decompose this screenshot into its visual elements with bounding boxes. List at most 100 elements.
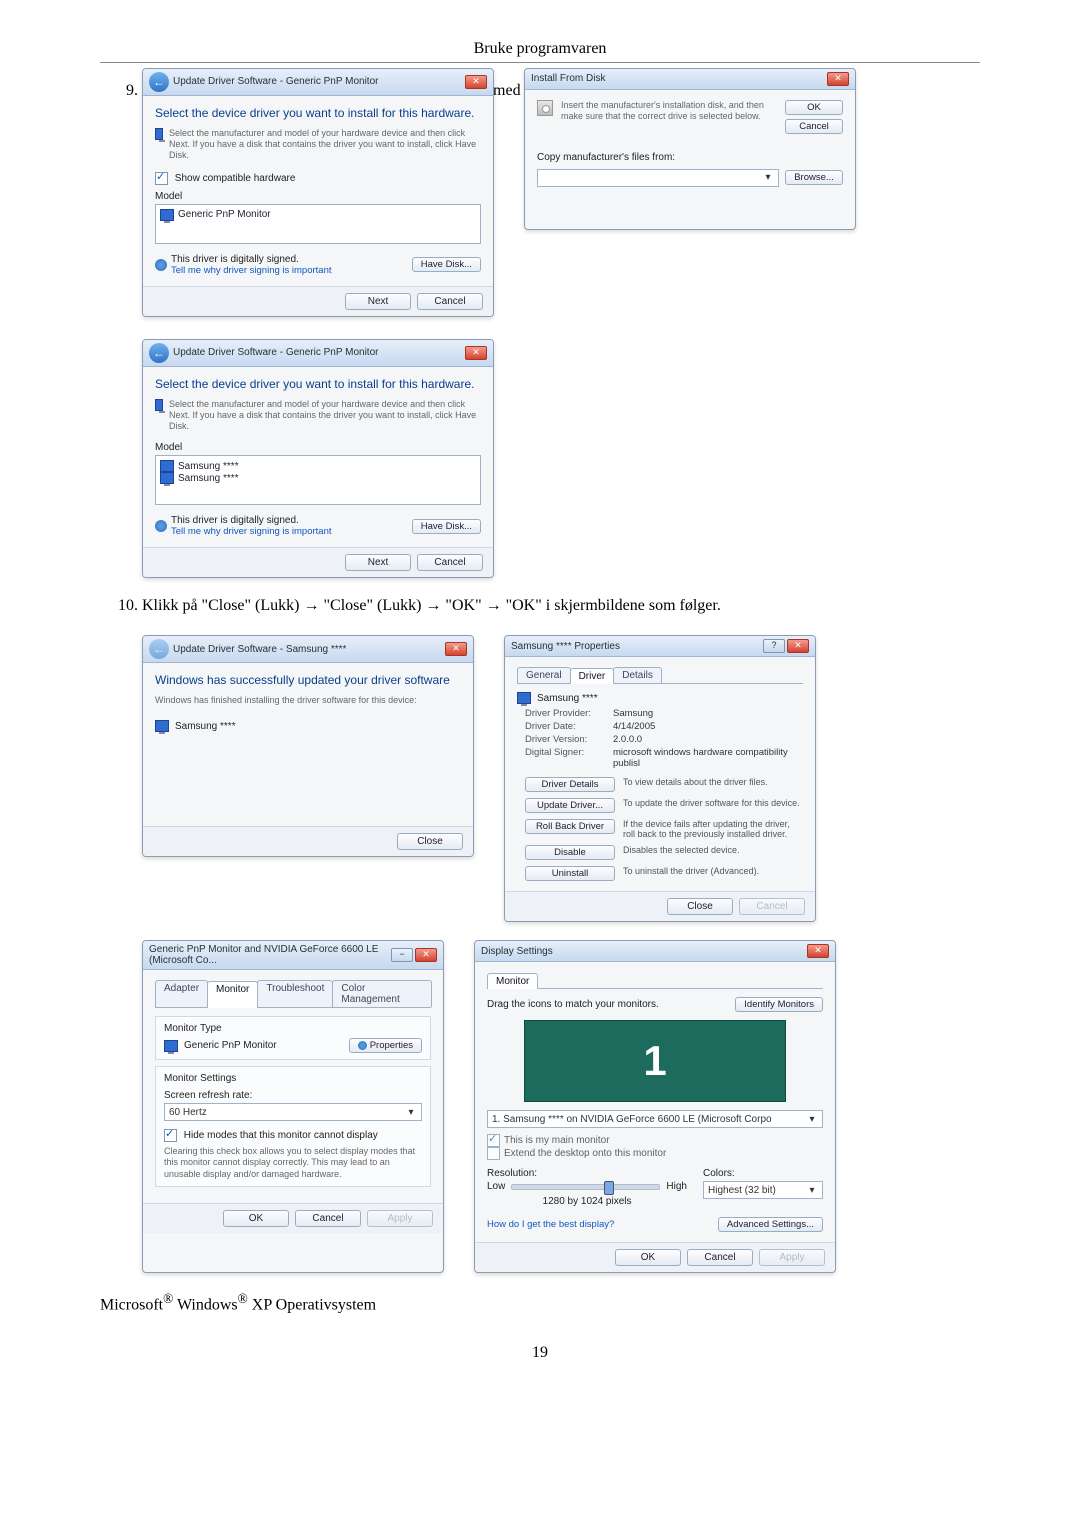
help-icon[interactable]: ? xyxy=(763,639,785,653)
refresh-rate-select[interactable]: 60 Hertz ▾ xyxy=(164,1103,422,1121)
desc: To uninstall the driver (Advanced). xyxy=(623,866,803,876)
slider-high-label: High xyxy=(666,1181,687,1192)
refresh-rate-label: Screen refresh rate: xyxy=(164,1090,422,1101)
driver-details-button[interactable]: Driver Details xyxy=(525,777,615,792)
have-disk-button[interactable]: Have Disk... xyxy=(412,519,481,534)
step-10-text: Klikk på "Close" (Lukk) → "Close" (Lukk)… xyxy=(142,596,980,617)
browse-button[interactable]: Browse... xyxy=(785,170,843,185)
have-disk-button[interactable]: Have Disk... xyxy=(412,257,481,272)
colors-value: Highest (32 bit) xyxy=(708,1185,776,1196)
ok-button[interactable]: OK xyxy=(223,1210,289,1227)
monitor-number: 1 xyxy=(643,1037,666,1085)
next-button[interactable]: Next xyxy=(345,293,411,310)
tab-troubleshoot[interactable]: Troubleshoot xyxy=(257,980,333,1007)
driver-info-grid: Driver Provider:Samsung Driver Date:4/14… xyxy=(525,708,803,769)
monitor-settings-label: Monitor Settings xyxy=(164,1073,422,1084)
resolution-slider[interactable] xyxy=(511,1184,660,1190)
disable-button[interactable]: Disable xyxy=(525,845,615,860)
registered-icon: ® xyxy=(163,1291,173,1306)
list-item[interactable]: Samsung **** xyxy=(160,460,476,472)
close-icon[interactable]: ✕ xyxy=(465,75,487,89)
chevron-down-icon[interactable]: ▾ xyxy=(806,1185,818,1196)
tab-driver[interactable]: Driver xyxy=(570,668,615,684)
monitor-icon xyxy=(160,472,174,484)
close-icon[interactable]: ✕ xyxy=(445,642,467,656)
close-button[interactable]: Close xyxy=(397,833,463,850)
button-label: Properties xyxy=(370,1040,413,1051)
minimize-icon[interactable]: − xyxy=(391,948,413,962)
signed-label: This driver is digitally signed. xyxy=(171,515,332,526)
tab-general[interactable]: General xyxy=(517,667,571,683)
main-monitor-label: This is my main monitor xyxy=(504,1135,610,1146)
best-display-link[interactable]: How do I get the best display? xyxy=(487,1219,614,1230)
dialog-title: Update Driver Software - Samsung **** xyxy=(173,644,346,655)
back-icon[interactable]: ← xyxy=(149,72,169,92)
close-icon[interactable]: ✕ xyxy=(807,944,829,958)
hide-modes-checkbox[interactable] xyxy=(164,1129,177,1142)
monitor-icon xyxy=(517,692,531,704)
uninstall-button[interactable]: Uninstall xyxy=(525,866,615,881)
list-item[interactable]: Samsung **** xyxy=(160,472,476,484)
identify-monitors-button[interactable]: Identify Monitors xyxy=(735,997,823,1012)
cancel-button[interactable]: Cancel xyxy=(295,1210,361,1227)
label: Driver Version: xyxy=(525,734,605,745)
monitor-properties-dialog: Generic PnP Monitor and NVIDIA GeForce 6… xyxy=(142,940,444,1273)
chevron-down-icon[interactable]: ▾ xyxy=(762,172,774,183)
close-button[interactable]: Close xyxy=(667,898,733,915)
show-compatible-checkbox[interactable] xyxy=(155,172,168,185)
close-icon[interactable]: ✕ xyxy=(787,639,809,653)
dialog-title: Display Settings xyxy=(481,946,553,957)
monitor-select[interactable]: 1. Samsung **** on NVIDIA GeForce 6600 L… xyxy=(487,1110,823,1128)
update-driver-button[interactable]: Update Driver... xyxy=(525,798,615,813)
device-name: Samsung **** xyxy=(537,693,598,704)
monitor-select-value: 1. Samsung **** on NVIDIA GeForce 6600 L… xyxy=(492,1114,772,1125)
chevron-down-icon[interactable]: ▾ xyxy=(405,1107,417,1118)
ok-button[interactable]: OK xyxy=(785,100,843,115)
copy-from-field[interactable]: ▾ xyxy=(537,169,779,187)
cancel-button[interactable]: Cancel xyxy=(785,119,843,134)
monitor-preview[interactable]: 1 xyxy=(524,1020,786,1102)
signing-link[interactable]: Tell me why driver signing is important xyxy=(171,265,332,276)
tab-details[interactable]: Details xyxy=(613,667,662,683)
back-icon[interactable]: ← xyxy=(149,343,169,363)
drag-hint: Drag the icons to match your monitors. xyxy=(487,999,659,1010)
label: Driver Date: xyxy=(525,721,605,732)
chevron-down-icon[interactable]: ▾ xyxy=(806,1114,818,1125)
tab-adapter[interactable]: Adapter xyxy=(155,980,208,1007)
signing-link[interactable]: Tell me why driver signing is important xyxy=(171,526,332,537)
tab-color[interactable]: Color Management xyxy=(332,980,432,1007)
update-success-dialog: ← Update Driver Software - Samsung **** … xyxy=(142,635,474,857)
tab-monitor[interactable]: Monitor xyxy=(487,973,538,989)
resolution-label: Resolution: xyxy=(487,1168,687,1179)
device-name: Samsung **** xyxy=(175,721,236,732)
page-header: Bruke programvaren xyxy=(100,40,980,63)
ok-button[interactable]: OK xyxy=(615,1249,681,1266)
advanced-settings-button[interactable]: Advanced Settings... xyxy=(718,1217,823,1232)
registered-icon: ® xyxy=(238,1291,248,1306)
properties-button[interactable]: Properties xyxy=(349,1038,422,1053)
dialog-help-text: Select the manufacturer and model of you… xyxy=(169,128,481,162)
dialog-heading: Select the device driver you want to ins… xyxy=(155,377,481,391)
tab-monitor[interactable]: Monitor xyxy=(207,981,258,1008)
extend-desktop-checkbox xyxy=(487,1147,500,1160)
close-icon[interactable]: ✕ xyxy=(827,72,849,86)
model-list[interactable]: Generic PnP Monitor xyxy=(155,204,481,244)
model-name: Generic PnP Monitor xyxy=(178,209,271,220)
colors-select[interactable]: Highest (32 bit) ▾ xyxy=(703,1181,823,1199)
next-button[interactable]: Next xyxy=(345,554,411,571)
update-driver-dialog: ← Update Driver Software - Generic PnP M… xyxy=(142,68,494,317)
cancel-button[interactable]: Cancel xyxy=(417,293,483,310)
slider-thumb[interactable] xyxy=(604,1181,614,1195)
model-list[interactable]: Samsung **** Samsung **** xyxy=(155,455,481,505)
list-item[interactable]: Generic PnP Monitor xyxy=(160,209,476,221)
os-word: XP Operativsystem xyxy=(252,1296,376,1313)
cancel-button[interactable]: Cancel xyxy=(687,1249,753,1266)
model-name: Samsung **** xyxy=(178,473,239,484)
close-icon[interactable]: ✕ xyxy=(415,948,437,962)
copy-from-label: Copy manufacturer's files from: xyxy=(537,152,843,163)
model-column-header: Model xyxy=(155,191,481,202)
rollback-button[interactable]: Roll Back Driver xyxy=(525,819,615,834)
cancel-button[interactable]: Cancel xyxy=(417,554,483,571)
close-icon[interactable]: ✕ xyxy=(465,346,487,360)
monitor-icon xyxy=(160,460,174,472)
